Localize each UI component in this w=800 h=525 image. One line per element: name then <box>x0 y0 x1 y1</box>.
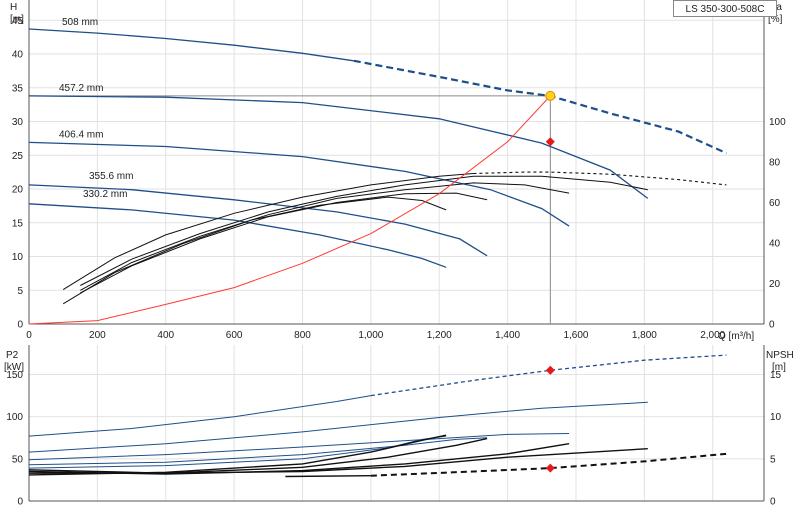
head-curve <box>28 95 649 199</box>
tick-label-eta: 0 <box>769 320 775 331</box>
npsh-curve <box>28 448 648 474</box>
tick-label-q: 600 <box>226 330 243 341</box>
p2-axis-label: P2 <box>6 350 19 361</box>
tick-label-npsh: 10 <box>770 412 782 423</box>
tick-label-p2: 0 <box>17 497 23 508</box>
tick-label-p2: 50 <box>12 454 24 465</box>
tick-label-h: 0 <box>17 320 23 331</box>
tick-label-q: 1,000 <box>358 330 383 341</box>
tick-label-q: 0 <box>26 330 32 341</box>
impeller-diameter-label: 457.2 mm <box>59 83 103 94</box>
duty-point-marker <box>545 90 556 101</box>
tick-label-eta: 60 <box>769 198 781 209</box>
tick-label-npsh: 0 <box>770 497 776 508</box>
impeller-diameter-label: 330.2 mm <box>83 189 127 200</box>
tick-label-h: 25 <box>12 151 24 162</box>
tick-label-eta: 20 <box>769 279 781 290</box>
efficiency-curve-dashed <box>473 171 727 186</box>
pump-model-label: LS 350-300-508C <box>673 0 777 17</box>
tick-label-npsh: 5 <box>770 454 776 465</box>
tick-label-q: 200 <box>89 330 106 341</box>
q-axis-label: Q [m³/h] <box>718 331 754 342</box>
pump-curve-chart: 0 5 10 15 20 25 30 35 40 45 0 20 40 60 80 100 0 200 400 600… <box>0 0 800 520</box>
npsh-axis-label: NPSH <box>766 350 794 361</box>
h-axis-label: H <box>10 2 17 13</box>
tick-label-eta: 100 <box>769 117 786 128</box>
tick-label-h: 35 <box>12 83 24 94</box>
npsh-curve <box>28 434 447 476</box>
tick-label-h: 10 <box>12 252 24 263</box>
npsh-axis-unit: [m] <box>772 362 786 373</box>
h-axis-unit: [m] <box>10 14 24 25</box>
tick-label-h: 5 <box>17 286 23 297</box>
tick-label-h: 15 <box>12 218 24 229</box>
power-curve-dashed <box>370 354 727 397</box>
p2-axis-unit: [kW] <box>4 362 24 373</box>
chart-svg: 0510152025303540450204060801000 200 400 600… <box>4 0 794 508</box>
tick-label-q: 800 <box>294 330 311 341</box>
tick-label-p2: 100 <box>6 412 23 423</box>
tick-label-h: 40 <box>12 50 24 61</box>
tick-label-q: 400 <box>157 330 174 341</box>
impeller-diameter-label: 406.4 mm <box>59 129 103 140</box>
tick-label-eta: 40 <box>769 239 781 250</box>
impeller-diameter-label: 355.6 mm <box>89 171 133 182</box>
npsh-curve <box>285 475 371 478</box>
tick-label-q: 1,200 <box>427 330 452 341</box>
impeller-diameter-label: 508 mm <box>62 17 98 28</box>
tick-label-q: 1,800 <box>632 330 657 341</box>
tick-label-q: 1,400 <box>495 330 520 341</box>
tick-label-h: 20 <box>12 185 24 196</box>
tick-label-q: 1,600 <box>563 330 588 341</box>
npsh-point-marker <box>545 463 555 473</box>
power-point-marker <box>545 365 555 375</box>
tick-label-h: 30 <box>12 117 24 128</box>
head-curve <box>28 203 447 268</box>
tick-label-eta: 80 <box>769 158 781 169</box>
head-curve <box>28 28 354 62</box>
